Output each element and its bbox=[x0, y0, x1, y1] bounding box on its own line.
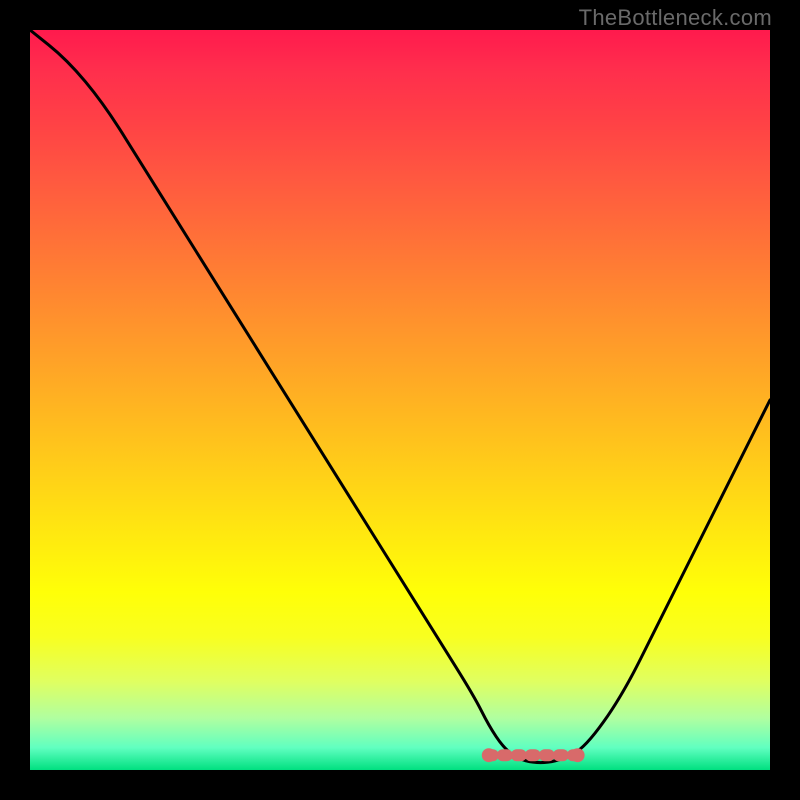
optimal-range-dot-left bbox=[482, 748, 496, 762]
watermark-text: TheBottleneck.com bbox=[579, 5, 772, 31]
chart-svg bbox=[30, 30, 770, 770]
optimal-range-dot-right bbox=[571, 748, 585, 762]
plot-area bbox=[30, 30, 770, 770]
chart-container: TheBottleneck.com bbox=[0, 0, 800, 800]
bottleneck-curve-line bbox=[30, 30, 770, 763]
